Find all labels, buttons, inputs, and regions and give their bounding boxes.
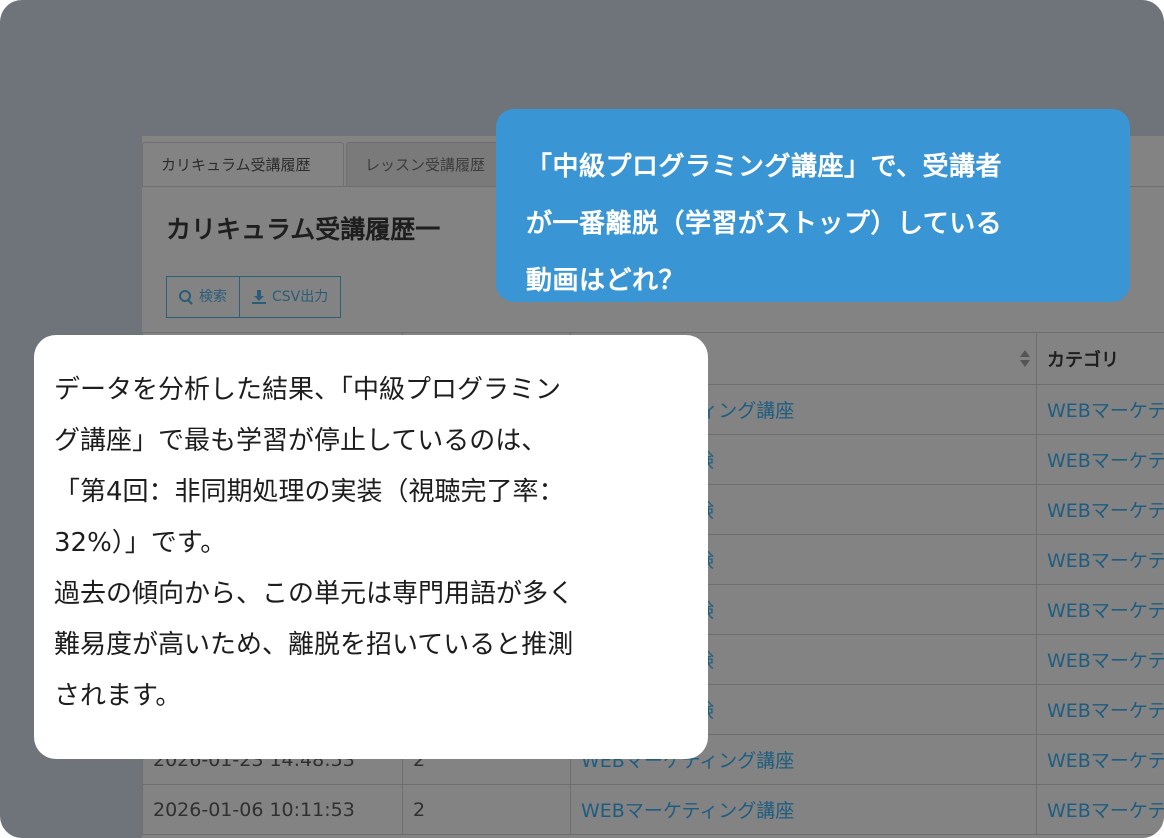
download-icon: [252, 290, 266, 304]
answer-line: 「第4回：非同期処理の実装（視聴完了率：: [54, 477, 565, 507]
search-button[interactable]: 検索: [166, 276, 240, 318]
search-icon: [179, 290, 193, 304]
search-button-label: 検索: [199, 289, 227, 305]
row-category-link[interactable]: WEBマーケテ: [1036, 384, 1164, 435]
toolbar: 検索 CSV出力: [166, 276, 342, 318]
answer-line: 32%）」です。: [54, 528, 227, 558]
row-count: 2: [402, 784, 571, 835]
answer-bubble: データを分析した結果、「中級プログラミン グ講座」で最も学習が停止しているのは、…: [34, 335, 708, 759]
answer-line: グ講座」で最も学習が停止しているのは、: [54, 426, 548, 456]
row-category-link[interactable]: WEBマーケテ: [1036, 484, 1164, 535]
answer-line: されます。: [54, 681, 182, 711]
row-category-link[interactable]: WEBマーケテ: [1036, 784, 1164, 835]
answer-line: データを分析した結果、「中級プログラミン: [54, 375, 562, 405]
page-title: カリキュラム受講履歴一: [166, 215, 441, 244]
row-category-link[interactable]: WEBマーケテ: [1036, 434, 1164, 485]
row-category-link[interactable]: WEBマーケテ: [1036, 684, 1164, 735]
question-line: 「中級プログラミング講座」で、受講者: [526, 152, 1002, 182]
row-category-link[interactable]: WEBマーケテ: [1036, 734, 1164, 785]
sort-icon[interactable]: [1020, 350, 1030, 368]
table-row[interactable]: 2026-01-06 10:11:53 2 WEBマーケティング講座 WEBマーケテ: [142, 784, 1164, 835]
row-date: 2026-01-06 10:11:53: [142, 784, 403, 835]
row-course-link[interactable]: WEBマーケティング講座: [570, 784, 1037, 835]
tab-curriculum-history[interactable]: カリキュラム受講履歴: [142, 142, 344, 186]
question-line: が一番離脱（学習がストップ）している: [526, 209, 1003, 239]
column-header-category[interactable]: カテゴリ: [1036, 332, 1164, 385]
row-category-link[interactable]: WEBマーケテ: [1036, 634, 1164, 685]
answer-line: 過去の傾向から、この単元は専門用語が多く: [54, 579, 575, 609]
row-category-link[interactable]: WEBマーケテ: [1036, 534, 1164, 585]
answer-line: 難易度が高いため、離脱を招いていると推測: [54, 630, 574, 660]
question-bubble: 「中級プログラミング講座」で、受講者 が一番離脱（学習がストップ）している 動画…: [496, 109, 1130, 302]
row-category-link[interactable]: WEBマーケテ: [1036, 584, 1164, 635]
screenshot-frame: カリキュラム受講履歴 レッスン受講履歴 カリキュラム受講履歴一 検索 CSV出力: [0, 0, 1164, 838]
question-line: 動画はどれ？: [526, 266, 686, 296]
csv-export-button[interactable]: CSV出力: [240, 276, 342, 318]
csv-export-button-label: CSV出力: [272, 289, 329, 305]
